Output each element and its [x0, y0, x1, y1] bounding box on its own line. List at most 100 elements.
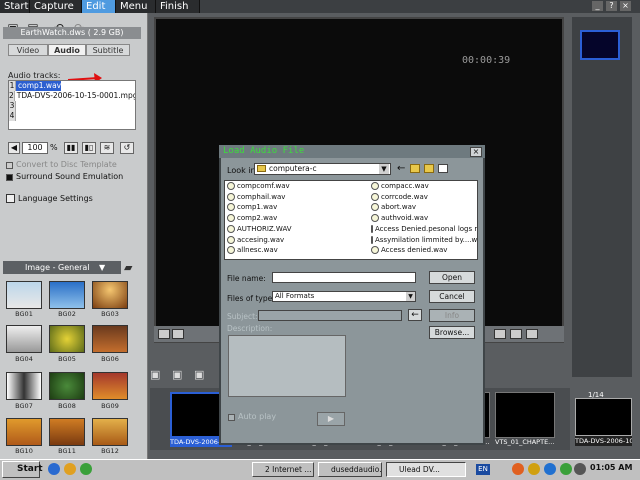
tray-icon[interactable]	[512, 463, 524, 475]
equalizer-icon[interactable]: ▮▮	[64, 142, 78, 154]
open-folder-icon[interactable]: ▰	[124, 261, 132, 274]
bg-thumbnail[interactable]	[92, 325, 128, 353]
bg-thumbnail[interactable]	[6, 325, 42, 353]
tab-start[interactable]: Start	[0, 0, 30, 13]
list-item[interactable]: 1 comp1.wav	[9, 81, 135, 91]
tray-icon[interactable]	[560, 463, 572, 475]
chapter-icon[interactable]	[526, 329, 538, 339]
info-button[interactable]: Info	[429, 309, 475, 322]
list-item[interactable]: Access denied.wav	[371, 245, 447, 255]
list-item[interactable]: Assymilation limmited by....wav	[371, 235, 477, 245]
bg-thumbnail[interactable]	[49, 372, 85, 400]
bg-thumbnail[interactable]	[6, 281, 42, 309]
tray-icon[interactable]	[528, 463, 540, 475]
help-button[interactable]: ?	[606, 1, 617, 11]
bg-thumbnail[interactable]	[49, 418, 85, 446]
audio-track-list[interactable]: 1 comp1.wav 2 TDA-DVS-2006-10-15-0001.mpg …	[8, 80, 136, 130]
music-icon[interactable]	[510, 329, 522, 339]
language-indicator[interactable]: EN	[476, 464, 490, 475]
chapter-thumbnail[interactable]	[495, 392, 555, 438]
delete-chapter-icon[interactable]: ▣	[194, 368, 204, 381]
thumb-label: BG01	[15, 310, 33, 318]
bg-thumbnail[interactable]	[49, 281, 85, 309]
list-item[interactable]: compacc.wav	[371, 181, 429, 191]
surround-checkbox-row[interactable]: Surround Sound Emulation	[6, 172, 123, 182]
list-item[interactable]: 4	[9, 111, 135, 121]
convert-checkbox-row[interactable]: Convert to Disc Template	[6, 160, 117, 170]
cancel-button[interactable]: Cancel	[429, 290, 475, 303]
quicklaunch-icon[interactable]	[64, 463, 76, 475]
mark-out-button[interactable]	[172, 329, 184, 339]
subtab-video[interactable]: Video	[8, 44, 48, 56]
list-item[interactable]: corrcode.wav	[371, 192, 428, 202]
list-item[interactable]: 3	[9, 101, 135, 111]
taskbar-item[interactable]: Ulead DV...	[386, 462, 466, 477]
tab-finish[interactable]: Finish	[156, 0, 200, 13]
list-item[interactable]: 2 TDA-DVS-2006-10-15-0001.mpg	[9, 91, 135, 101]
list-item[interactable]: comp2.wav	[227, 213, 277, 223]
convert-checkbox[interactable]	[6, 161, 13, 169]
list-item[interactable]: authvoid.wav	[371, 213, 428, 223]
list-item[interactable]: allnesc.wav	[227, 245, 278, 255]
language-settings-row[interactable]: Language Settings	[6, 194, 93, 203]
top-tab-bar: Start Capture Edit Menu Finish _ ? ×	[0, 0, 640, 13]
taskbar-item[interactable]: duseddaudio...	[318, 462, 382, 477]
look-in-dropdown[interactable]: computera-c ▼	[254, 163, 391, 175]
list-item[interactable]: Access Denied.pesonal logs rest	[371, 224, 477, 234]
list-item[interactable]: comphail.wav	[227, 192, 285, 202]
auto-chapter-icon[interactable]: ▣	[172, 368, 182, 381]
minimize-button[interactable]: _	[592, 1, 603, 11]
bg-thumbnail[interactable]	[6, 372, 42, 400]
autoplay-checkbox[interactable]	[228, 413, 235, 421]
volume-icon[interactable]	[574, 463, 586, 475]
subtab-subtitle[interactable]: Subtitle	[86, 44, 130, 56]
file-name-input[interactable]	[272, 272, 416, 283]
tab-capture[interactable]: Capture	[30, 0, 82, 13]
tray-icon[interactable]	[544, 463, 556, 475]
reset-icon[interactable]: ↺	[120, 142, 134, 154]
view-menu-icon[interactable]	[438, 164, 448, 173]
start-button[interactable]: Start	[2, 461, 43, 478]
new-folder-icon[interactable]	[424, 164, 434, 173]
files-of-type-dropdown[interactable]: All Formats ▼	[272, 291, 416, 302]
taskbar-item[interactable]: 2 Internet ...	[252, 462, 314, 477]
chevron-down-icon: ▼	[406, 292, 415, 301]
open-button[interactable]: Open	[429, 271, 475, 284]
bg-thumbnail[interactable]	[92, 281, 128, 309]
selected-title-thumbnail[interactable]	[575, 398, 632, 436]
levels-icon[interactable]: ▮▯	[82, 142, 96, 154]
bg-thumbnail[interactable]	[6, 418, 42, 446]
quicklaunch-icon[interactable]	[80, 463, 92, 475]
snapshot-button[interactable]	[494, 329, 506, 339]
play-button[interactable]: ▶	[317, 412, 345, 426]
add-chapter-icon[interactable]: ▣	[150, 368, 160, 381]
list-item[interactable]: abort.wav	[371, 202, 416, 212]
list-item[interactable]: compcomf.wav	[227, 181, 290, 191]
tab-menu[interactable]: Menu	[116, 0, 156, 13]
autoplay-row[interactable]: Auto play	[228, 412, 276, 422]
browse-button[interactable]: Browse...	[429, 326, 475, 339]
waveform-icon[interactable]: ≋	[100, 142, 114, 154]
back-icon[interactable]: ←	[397, 163, 405, 174]
quicklaunch-icon[interactable]	[48, 463, 60, 475]
dialog-close-icon[interactable]: ×	[470, 147, 482, 157]
image-category-dropdown[interactable]: Image - General ▼	[3, 261, 121, 274]
subtab-audio[interactable]: Audio	[48, 44, 86, 56]
description-box[interactable]	[228, 335, 346, 397]
bg-thumbnail[interactable]	[92, 418, 128, 446]
subject-arrow-icon[interactable]: ←	[408, 309, 422, 321]
list-item[interactable]: AUTHORIZ.WAV	[227, 224, 292, 234]
up-folder-icon[interactable]	[410, 164, 420, 173]
volume-input[interactable]: 100	[22, 142, 48, 154]
list-item[interactable]: accesing.wav	[227, 235, 284, 245]
speaker-icon[interactable]: ◀	[8, 142, 20, 154]
tab-edit[interactable]: Edit	[82, 0, 116, 13]
mark-in-button[interactable]	[158, 329, 170, 339]
bg-thumbnail[interactable]	[92, 372, 128, 400]
menu-thumbnail[interactable]	[580, 30, 620, 60]
surround-checkbox[interactable]	[6, 173, 13, 181]
list-item[interactable]: comp1.wav	[227, 202, 277, 212]
close-button[interactable]: ×	[620, 1, 631, 11]
bg-thumbnail[interactable]	[49, 325, 85, 353]
subject-input[interactable]	[258, 310, 402, 321]
